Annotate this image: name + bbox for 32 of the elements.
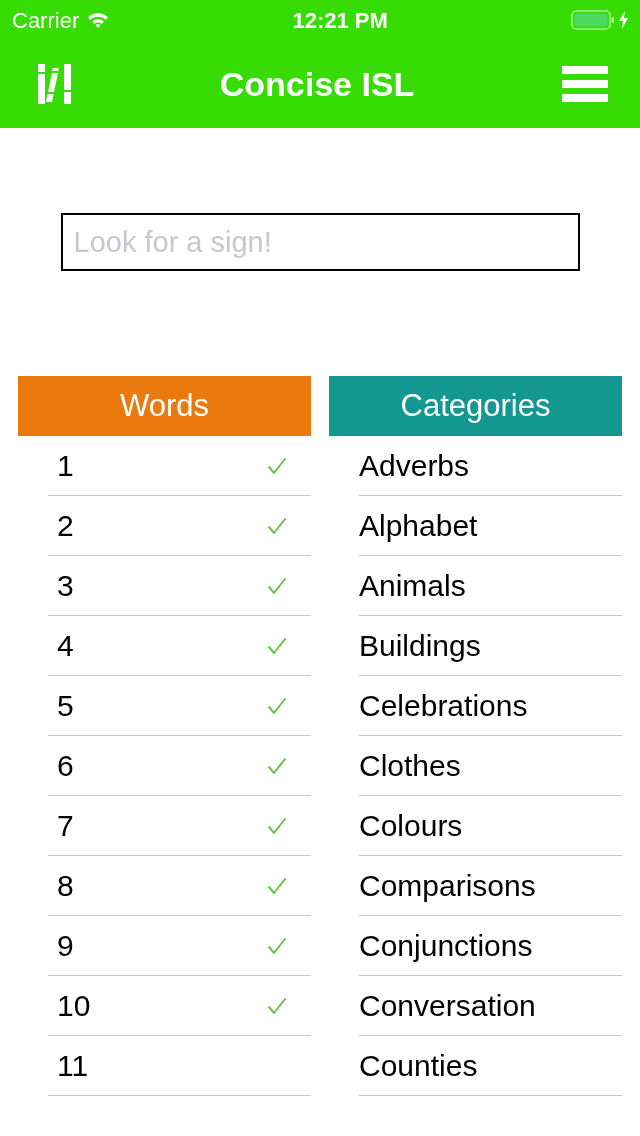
list-row[interactable]: Conjunctions — [359, 916, 622, 976]
list-row[interactable]: 5 — [48, 676, 311, 736]
list-row[interactable]: 11 — [48, 1036, 311, 1096]
list-row[interactable]: 2 — [48, 496, 311, 556]
carrier-label: Carrier — [12, 6, 80, 35]
list-row[interactable]: 9 — [48, 916, 311, 976]
list-row[interactable]: 8 — [48, 856, 311, 916]
search-field[interactable]: Look for a sign! — [60, 213, 580, 271]
list-row[interactable]: 4 — [48, 616, 311, 676]
list-row[interactable]: 10 — [48, 976, 311, 1036]
list-row[interactable]: Adverbs — [359, 436, 622, 496]
list-row[interactable]: Celebrations — [359, 676, 622, 736]
wifi-icon — [87, 12, 110, 28]
list-row[interactable]: Counties — [359, 1036, 622, 1096]
list-row[interactable]: Alphabet — [359, 496, 622, 556]
list-row[interactable]: Animals — [359, 556, 622, 616]
battery-icon — [571, 10, 615, 30]
list-row[interactable]: Buildings — [359, 616, 622, 676]
list-row[interactable]: Clothes — [359, 736, 622, 796]
books-icon[interactable] — [38, 64, 72, 104]
list-row[interactable]: Conversation — [359, 976, 622, 1036]
charging-bolt-icon — [619, 11, 628, 29]
status-time: 12:21 PM — [292, 6, 388, 35]
list-row[interactable]: 7 — [48, 796, 311, 856]
list-row[interactable]: 3 — [48, 556, 311, 616]
column-header[interactable]: Categories — [329, 376, 622, 436]
list-row[interactable]: 1 — [48, 436, 311, 496]
list-row[interactable]: Colours — [359, 796, 622, 856]
nav-title: Concise ISL — [219, 63, 415, 105]
menu-icon[interactable] — [562, 66, 608, 102]
list-row[interactable]: 6 — [48, 736, 311, 796]
list-row[interactable]: Comparisons — [359, 856, 622, 916]
